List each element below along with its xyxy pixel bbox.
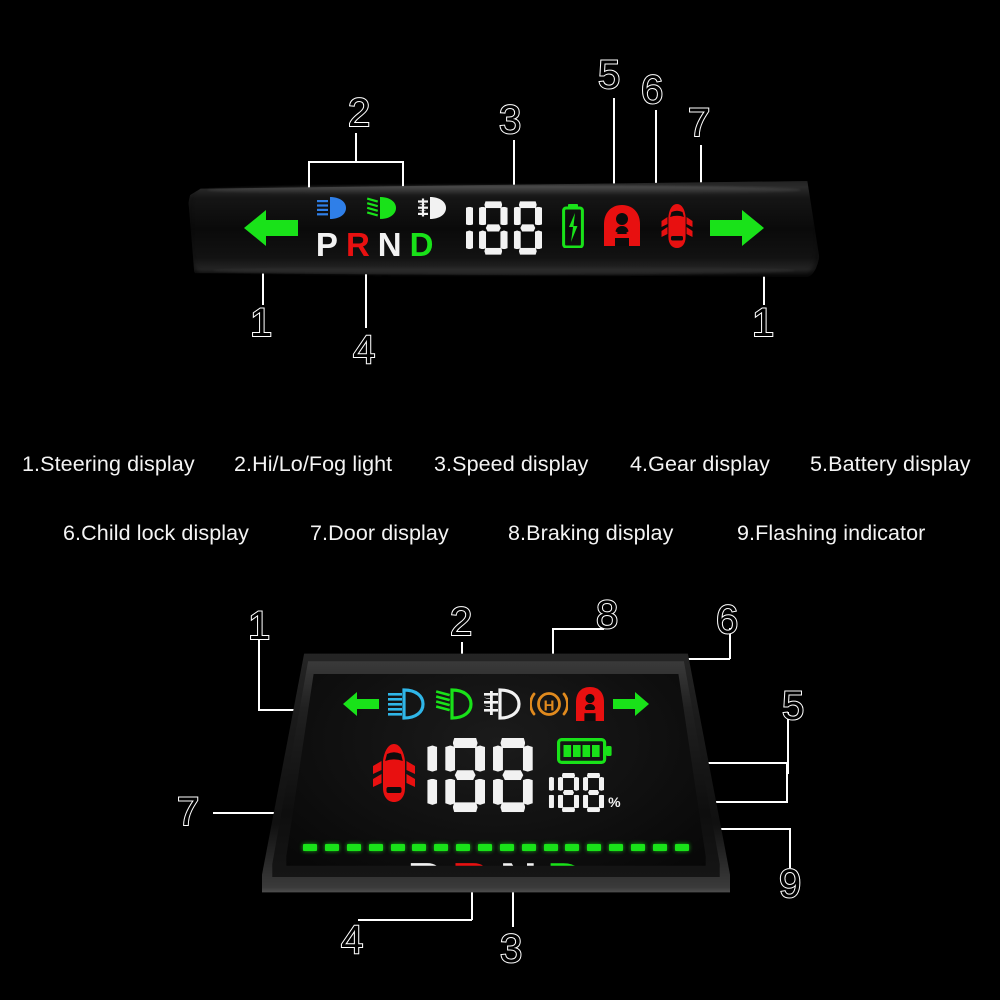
flash-segment [456, 843, 471, 851]
device2-screen: H % [286, 673, 706, 866]
d2-icon-row: H [286, 686, 705, 727]
legend-item-5: 5.Battery display [810, 452, 971, 476]
d2-leader-1-v [258, 640, 260, 710]
d2-door-display [371, 742, 417, 809]
d2-percent-unit: % [608, 794, 621, 811]
flash-segment [303, 843, 318, 851]
flash-segment [609, 843, 624, 851]
d2-main-row: % [286, 737, 705, 813]
d2-callout-1: 1 [247, 604, 271, 648]
seven-segment-digit [427, 738, 438, 812]
d2-callout-5: 5 [781, 684, 805, 728]
d2-callout-8: 8 [595, 593, 619, 637]
d2-brake-handbrake-icon: H [529, 686, 569, 727]
flash-segment [390, 843, 405, 851]
d2-leader-4-h [358, 919, 472, 921]
legend-item-9: 9.Flashing indicator [737, 521, 926, 545]
seven-segment-digit [493, 738, 533, 813]
d2-callout-3: 3 [499, 927, 523, 971]
d2-child-lock-icon [574, 686, 606, 727]
d2-battery-percent: % [548, 772, 621, 813]
flash-segment [565, 843, 580, 851]
d2-turn-right-arrow-icon [612, 689, 650, 724]
legend-item-8: 8.Braking display [508, 521, 674, 545]
d2-turn-left-arrow-icon [342, 689, 380, 724]
legend-item-7: 7.Door display [310, 521, 449, 545]
d2-callout-7: 7 [176, 790, 200, 834]
legend-item-3: 3.Speed display [434, 452, 589, 476]
legend-item-1: 1.Steering display [22, 452, 195, 476]
device-hud-box[interactable]: H % [262, 646, 730, 900]
d2-callout-2: 2 [449, 600, 473, 644]
d2-low-beam-icon [434, 687, 476, 726]
d2-callout-4: 4 [340, 918, 364, 962]
legend-item-2: 2.Hi/Lo/Fog light [234, 452, 393, 476]
flash-segment [499, 843, 514, 851]
flash-segment [346, 843, 361, 851]
d2-high-beam-icon [386, 687, 428, 726]
seven-segment-digit [548, 773, 554, 812]
legend-item-4: 4.Gear display [630, 452, 771, 476]
flash-segment [674, 843, 689, 851]
flash-segment [324, 843, 339, 851]
seven-segment-digit [445, 738, 485, 813]
flash-segment [587, 843, 602, 851]
d2-fog-light-icon [482, 687, 524, 726]
d2-leader-5-vbracket [786, 762, 788, 802]
d2-battery-display [556, 737, 613, 769]
flash-segment [368, 843, 383, 851]
d2-battery-block: % [548, 737, 621, 813]
flash-segment [543, 843, 558, 851]
d2-flashing-indicator [303, 843, 689, 851]
d2-battery-percent-digits [548, 772, 605, 813]
flash-segment [630, 843, 645, 851]
flash-segment [652, 843, 667, 851]
diagram-stage: 2 3 5 6 7 1 4 1 P R N D 1.Steering displ… [0, 0, 1000, 1000]
seven-segment-digit [583, 772, 605, 813]
flash-segment [477, 843, 492, 851]
flash-segment [412, 843, 427, 851]
legend-item-6: 6.Child lock display [63, 521, 250, 545]
svg-text:H: H [544, 697, 555, 714]
d2-callout-6: 6 [715, 598, 739, 642]
flash-segment [521, 843, 536, 851]
d2-callout-9: 9 [778, 862, 802, 906]
seven-segment-digit [557, 772, 580, 813]
flash-segment [434, 843, 449, 851]
d2-speed-display [427, 738, 533, 813]
